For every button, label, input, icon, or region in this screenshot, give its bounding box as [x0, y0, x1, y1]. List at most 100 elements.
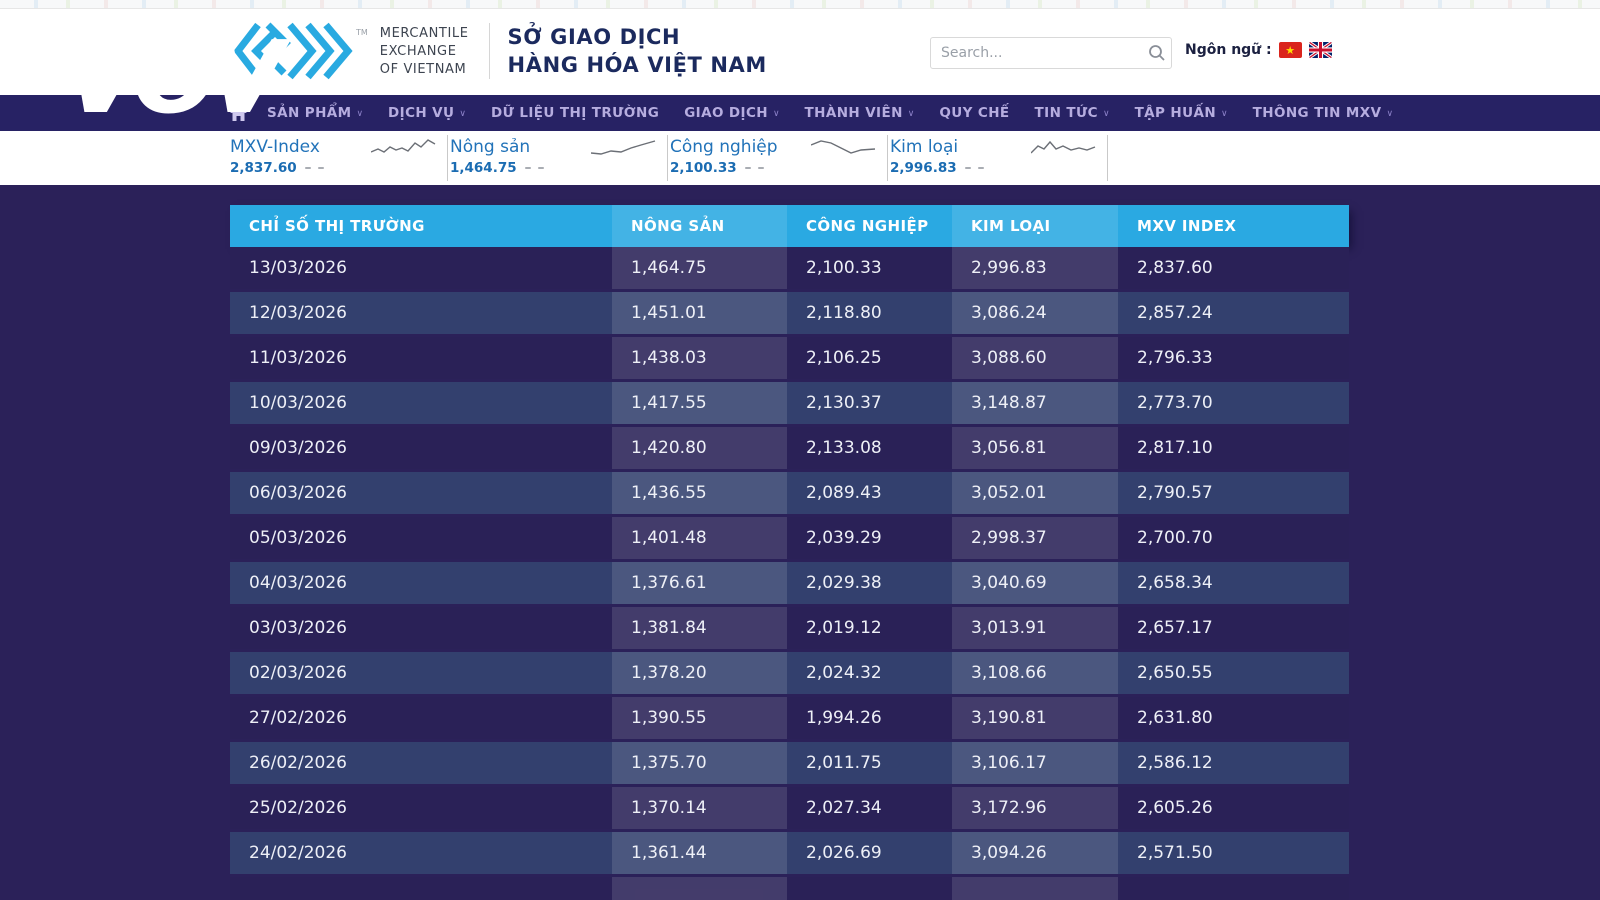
nav-item-label: TIN TỨC: [1035, 105, 1098, 121]
nav-item-label: GIAO DỊCH: [684, 105, 768, 121]
ticker-value: 2,837.60: [230, 160, 297, 176]
nav-item-label: QUY CHẾ: [939, 105, 1009, 121]
cell-date: 04/03/2026: [230, 562, 612, 604]
col-header-3: KIM LOẠI: [952, 205, 1118, 247]
sparkline-icon: [591, 137, 657, 157]
table-row: 02/03/20261,378.202,024.323,108.662,650.…: [230, 652, 1349, 694]
cell-value: 3,056.81: [952, 427, 1118, 469]
cell-value: 2,106.25: [787, 337, 952, 379]
cell-date: 03/03/2026: [230, 607, 612, 649]
ticker-value: 2,100.33: [670, 160, 737, 176]
logo-divider: [489, 23, 490, 79]
cell-value: 2,658.34: [1118, 562, 1349, 604]
ticker-label: Công nghiệp: [670, 137, 778, 157]
vietnam-flag-button[interactable]: ★: [1279, 42, 1302, 58]
table-row: 06/03/20261,436.552,089.433,052.012,790.…: [230, 472, 1349, 514]
table-row-partial: [230, 877, 1349, 900]
search-box: [930, 37, 1172, 69]
change-placeholder-dashes: [305, 167, 324, 169]
nav-item-label: DỊCH VỤ: [388, 105, 454, 121]
cell-value: 2,024.32: [787, 652, 952, 694]
cell-value: 2,796.33: [1118, 337, 1349, 379]
search-icon[interactable]: [1143, 44, 1171, 62]
cell-value: 2,837.60: [1118, 247, 1349, 289]
nav-item-du-lieu-thi-truong[interactable]: DỮ LIỆU THỊ TRƯỜNG: [491, 105, 659, 121]
cell-value: 3,148.87: [952, 382, 1118, 424]
cell-empty: [952, 877, 1118, 900]
cell-value: 2,089.43: [787, 472, 952, 514]
cell-value: 2,118.80: [787, 292, 952, 334]
logo-en-line1: MERCANTILE: [380, 26, 469, 41]
dash-icon: [538, 167, 544, 169]
nav-item-san-pham[interactable]: SẢN PHẨM∨: [267, 105, 363, 121]
search-input[interactable]: [931, 45, 1143, 61]
cell-value: 1,436.55: [612, 472, 787, 514]
nav-item-dich-vu[interactable]: DỊCH VỤ∨: [388, 105, 466, 121]
ticker-item-cong-nghiep[interactable]: Công nghiệp 2,100.33: [668, 135, 888, 181]
cell-value: 2,133.08: [787, 427, 952, 469]
dash-icon: [305, 167, 311, 169]
cell-value: 2,026.69: [787, 832, 952, 874]
chevron-down-icon: ∨: [773, 109, 780, 119]
nav-item-quy-che[interactable]: QUY CHẾ: [939, 105, 1009, 121]
cell-value: 1,381.84: [612, 607, 787, 649]
nav-item-label: SẢN PHẨM: [267, 105, 351, 121]
cell-value: 3,108.66: [952, 652, 1118, 694]
market-index-table: CHỈ SỐ THỊ TRƯỜNGNÔNG SẢNCÔNG NGHIỆPKIM …: [230, 205, 1349, 900]
cell-value: 1,417.55: [612, 382, 787, 424]
cell-value: 3,094.26: [952, 832, 1118, 874]
table-row: 27/02/20261,390.551,994.263,190.812,631.…: [230, 697, 1349, 739]
dash-icon: [745, 167, 751, 169]
cell-value: 2,790.57: [1118, 472, 1349, 514]
cell-value: 3,040.69: [952, 562, 1118, 604]
site-title-line1: SỞ GIAO DỊCH: [508, 25, 767, 49]
cell-value: 3,086.24: [952, 292, 1118, 334]
ticker-item-mxv-index[interactable]: MXV-Index 2,837.60: [228, 135, 448, 181]
cell-empty: [1118, 877, 1349, 900]
cell-value: 1,464.75: [612, 247, 787, 289]
table-row: 11/03/20261,438.032,106.253,088.602,796.…: [230, 337, 1349, 379]
cell-value: 1,375.70: [612, 742, 787, 784]
col-header-2: CÔNG NGHIỆP: [787, 205, 952, 247]
cell-value: 1,390.55: [612, 697, 787, 739]
index-ticker: MXV-Index 2,837.60 Nông sản1,464.75Công ng…: [0, 131, 1600, 185]
table-row: 04/03/20261,376.612,029.383,040.692,658.…: [230, 562, 1349, 604]
nav-item-thong-tin-mxv[interactable]: THÔNG TIN MXV∨: [1253, 105, 1393, 121]
sparkline-icon: [371, 137, 437, 157]
nav-item-thanh-vien[interactable]: THÀNH VIÊN∨: [805, 105, 915, 121]
cell-value: 3,052.01: [952, 472, 1118, 514]
chevron-down-icon: ∨: [1221, 109, 1228, 119]
cell-value: 3,172.96: [952, 787, 1118, 829]
ticker-label: Nông sản: [450, 137, 530, 157]
uk-flag-button[interactable]: [1309, 42, 1332, 58]
col-header-0: CHỈ SỐ THỊ TRƯỜNG: [230, 205, 612, 247]
ticker-item-kim-loai[interactable]: Kim loại2,996.83: [888, 135, 1108, 181]
cell-value: 3,106.17: [952, 742, 1118, 784]
ticker-item-nong-san[interactable]: Nông sản1,464.75: [448, 135, 668, 181]
cell-date: 11/03/2026: [230, 337, 612, 379]
table-row: 09/03/20261,420.802,133.083,056.812,817.…: [230, 427, 1349, 469]
cell-date: 09/03/2026: [230, 427, 612, 469]
cell-value: 1,420.80: [612, 427, 787, 469]
cell-value: 3,013.91: [952, 607, 1118, 649]
logo[interactable]: TM MERCANTILE EXCHANGE OF VIETNAM SỞ GIA…: [228, 21, 767, 81]
cell-value: 2,998.37: [952, 517, 1118, 559]
cell-value: 2,657.17: [1118, 607, 1349, 649]
cell-date: 25/02/2026: [230, 787, 612, 829]
col-header-1: NÔNG SẢN: [612, 205, 787, 247]
cell-date: 10/03/2026: [230, 382, 612, 424]
table-row: 03/03/20261,381.842,019.123,013.912,657.…: [230, 607, 1349, 649]
table-body: 13/03/20261,464.752,100.332,996.832,837.…: [230, 247, 1349, 900]
cell-value: 1,451.01: [612, 292, 787, 334]
table-row: 05/03/20261,401.482,039.292,998.372,700.…: [230, 517, 1349, 559]
cell-value: 2,130.37: [787, 382, 952, 424]
ticker-label: MXV-Index: [230, 137, 320, 157]
nav-item-tap-huan[interactable]: TẬP HUẤN∨: [1135, 105, 1228, 121]
cell-value: 1,378.20: [612, 652, 787, 694]
nav-item-giao-dich[interactable]: GIAO DỊCH ∨: [684, 105, 779, 121]
cell-value: 2,019.12: [787, 607, 952, 649]
cell-value: 2,039.29: [787, 517, 952, 559]
nav-item-tin-tuc[interactable]: TIN TỨC∨: [1035, 105, 1110, 121]
change-placeholder-dashes: [525, 167, 544, 169]
cell-value: 2,996.83: [952, 247, 1118, 289]
